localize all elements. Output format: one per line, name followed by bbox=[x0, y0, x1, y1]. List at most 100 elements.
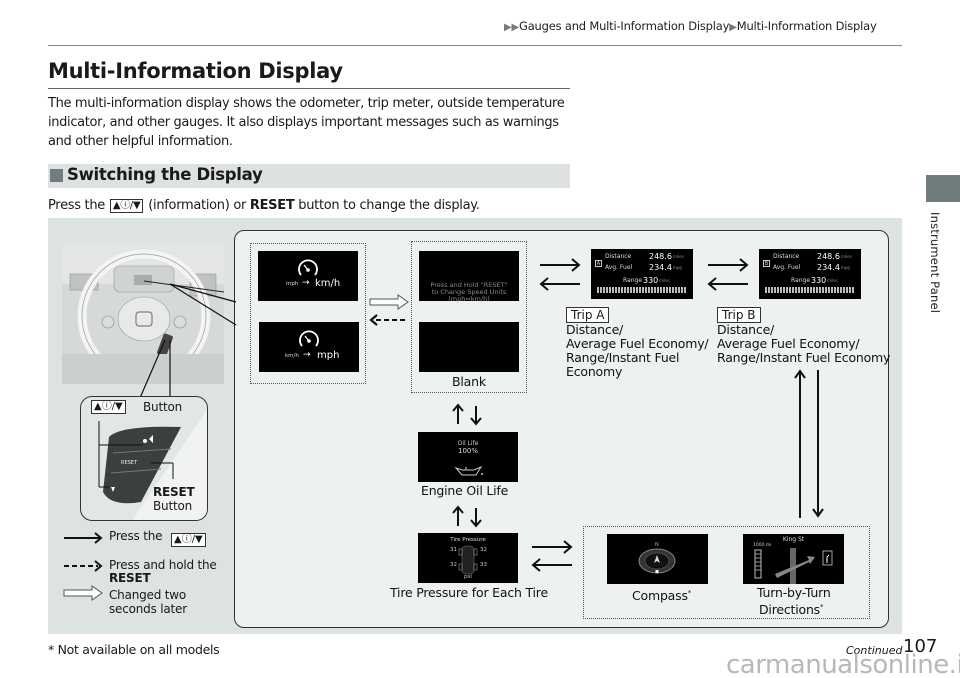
reset-on-wheel: RESET bbox=[121, 460, 138, 466]
tire-rear-left: 32 bbox=[450, 562, 457, 568]
legend-reset: RESET bbox=[109, 571, 151, 585]
range-unit: miles bbox=[827, 278, 838, 283]
header-rule bbox=[48, 45, 902, 46]
distance-label: Distance bbox=[773, 253, 800, 260]
speed-screen-kmh-to-mph: km/h → mph bbox=[259, 322, 359, 372]
legend-changed-1: Changed two bbox=[109, 588, 187, 602]
fuel-unit: mpg bbox=[841, 265, 850, 270]
oil-life-value: 100% bbox=[457, 447, 478, 455]
reset-word: RESET bbox=[249, 198, 295, 213]
unit-from: mph bbox=[286, 281, 299, 287]
speedometer-icon bbox=[299, 330, 319, 347]
range-label: Range bbox=[791, 277, 811, 284]
callout-button-label: Button bbox=[143, 400, 182, 414]
footnote-mark: * bbox=[687, 589, 692, 597]
blank-caption: Blank bbox=[452, 374, 486, 389]
message-line: (mph⇔km/h) bbox=[448, 295, 490, 303]
info-button-icon: ▲ⓘ/▼ bbox=[109, 199, 144, 213]
page-title: Multi-Information Display bbox=[48, 59, 343, 83]
instant-fuel-bar bbox=[597, 287, 687, 293]
footnote: * Not available on all models bbox=[48, 642, 220, 657]
unit-arrow-icon: → bbox=[303, 350, 311, 360]
caption-line: Turn-by-Turn bbox=[757, 585, 831, 600]
steering-wheel-icon bbox=[62, 244, 224, 384]
breadcrumb-item[interactable]: Multi-Information Display bbox=[737, 19, 877, 33]
section-heading: Switching the Display bbox=[48, 164, 570, 188]
compass-caption-text: Compass bbox=[632, 588, 688, 604]
legend-info-button-icon: ▲ⓘ/▼ bbox=[171, 533, 206, 547]
trip-a-caption: Distance/ Average Fuel Economy/ Range/In… bbox=[566, 322, 709, 379]
instruction-suffix: button to change the display. bbox=[298, 198, 480, 213]
caption-line: Economy bbox=[566, 364, 623, 379]
trip-b-badge: B bbox=[763, 260, 770, 267]
side-tab-marker bbox=[926, 175, 960, 202]
distance-value: 248.6 bbox=[649, 252, 672, 261]
compass-icon: N bbox=[638, 542, 676, 574]
tire-front-right: 32 bbox=[480, 547, 487, 553]
fuel-label: Avg. Fuel bbox=[773, 264, 801, 271]
instant-fuel-bar bbox=[765, 287, 855, 293]
intro-paragraph: The multi-information display shows the … bbox=[48, 96, 565, 149]
watermark: carmanualsonline.info bbox=[726, 650, 960, 678]
compass-caption: Compass* bbox=[632, 586, 691, 603]
instruction-prefix: Press the bbox=[48, 198, 105, 213]
oil-life-screen: Oil Life 100% bbox=[418, 432, 518, 482]
compass-screen: N bbox=[607, 534, 708, 584]
hollow-arrow-icon bbox=[63, 585, 103, 601]
hollow-arrow-icon bbox=[369, 294, 409, 310]
tire-pressure-screen: Tire Pressure 31 32 32 33 psi bbox=[418, 533, 518, 583]
turn-by-turn-screen: King St 1000 mi bbox=[743, 534, 844, 584]
instruction-line: Press the ▲ⓘ/▼ (information) or RESET bu… bbox=[48, 198, 480, 213]
distance-unit: miles bbox=[673, 254, 684, 259]
tire-pressure-unit: psi bbox=[464, 574, 472, 580]
legend-changed-2: seconds later bbox=[109, 602, 187, 616]
breadcrumb-item[interactable]: Gauges and Multi-Information Display bbox=[519, 19, 729, 33]
caption-line: Range/Instant Fuel bbox=[566, 350, 680, 365]
breadcrumb-separator-icon: ▶ bbox=[729, 22, 737, 33]
trip-a-badge: A bbox=[595, 260, 602, 267]
car-top-view-icon bbox=[458, 545, 478, 575]
caption-line: Average Fuel Economy/ bbox=[566, 336, 709, 351]
unit-to: km/h bbox=[315, 278, 341, 289]
steering-wheel-illustration bbox=[62, 244, 224, 384]
distance-value: 248.6 bbox=[817, 252, 840, 261]
instruction-middle: (information) or bbox=[148, 198, 247, 213]
trip-a-screen: A Distance 248.6 miles Avg. Fuel 234.4 m… bbox=[591, 249, 693, 299]
fuel-value: 234.4 bbox=[649, 263, 672, 272]
unit-from: km/h bbox=[285, 353, 299, 359]
turn-distance: 1000 mi bbox=[753, 543, 772, 548]
oil-can-icon bbox=[454, 465, 483, 476]
section-title: Switching the Display bbox=[67, 165, 263, 184]
speed-screen-mph-to-kmh: mph → km/h bbox=[258, 251, 358, 301]
speedometer-icon bbox=[298, 259, 318, 276]
oil-life-caption: Engine Oil Life bbox=[421, 483, 509, 498]
caption-line: Range/Instant Fuel Economy bbox=[717, 350, 891, 365]
speed-units-message-screen: Press and Hold "RESET" to Change Speed U… bbox=[419, 251, 519, 303]
section-square-icon bbox=[50, 169, 63, 182]
caption-line: Distance/ bbox=[717, 322, 775, 337]
breadcrumb: ▶▶Gauges and Multi-Information Display▶M… bbox=[504, 19, 877, 33]
range-value: 330 bbox=[643, 276, 659, 285]
fuel-unit: mpg bbox=[673, 265, 682, 270]
side-tab-label[interactable]: Instrument Panel bbox=[928, 212, 942, 313]
compass-north: N bbox=[655, 542, 659, 548]
callout-reset-button-label: Button bbox=[153, 499, 192, 513]
caption-line: Directions bbox=[759, 602, 820, 618]
legend-press: Press the bbox=[109, 529, 163, 543]
tire-front-left: 31 bbox=[450, 547, 457, 553]
range-label: Range bbox=[623, 277, 643, 284]
trip-b-caption: Distance/ Average Fuel Economy/ Range/In… bbox=[717, 323, 890, 365]
caption-line: Average Fuel Economy/ bbox=[717, 336, 860, 351]
turn-by-turn-caption: Turn-by-Turn Directions* bbox=[757, 586, 831, 617]
footnote-mark: * bbox=[819, 603, 824, 611]
callout-info-button-icon: ▲ⓘ/▼ bbox=[91, 400, 126, 414]
range-unit: miles bbox=[659, 278, 670, 283]
caption-line: Distance/ bbox=[566, 322, 624, 337]
transition-arrows bbox=[369, 294, 409, 326]
distance-unit: miles bbox=[841, 254, 852, 259]
fuel-value: 234.4 bbox=[817, 263, 840, 272]
unit-to: mph bbox=[317, 350, 340, 361]
callout-reset-label: RESET bbox=[153, 485, 195, 499]
legend-arrows bbox=[63, 532, 103, 601]
blank-screen bbox=[419, 322, 519, 372]
